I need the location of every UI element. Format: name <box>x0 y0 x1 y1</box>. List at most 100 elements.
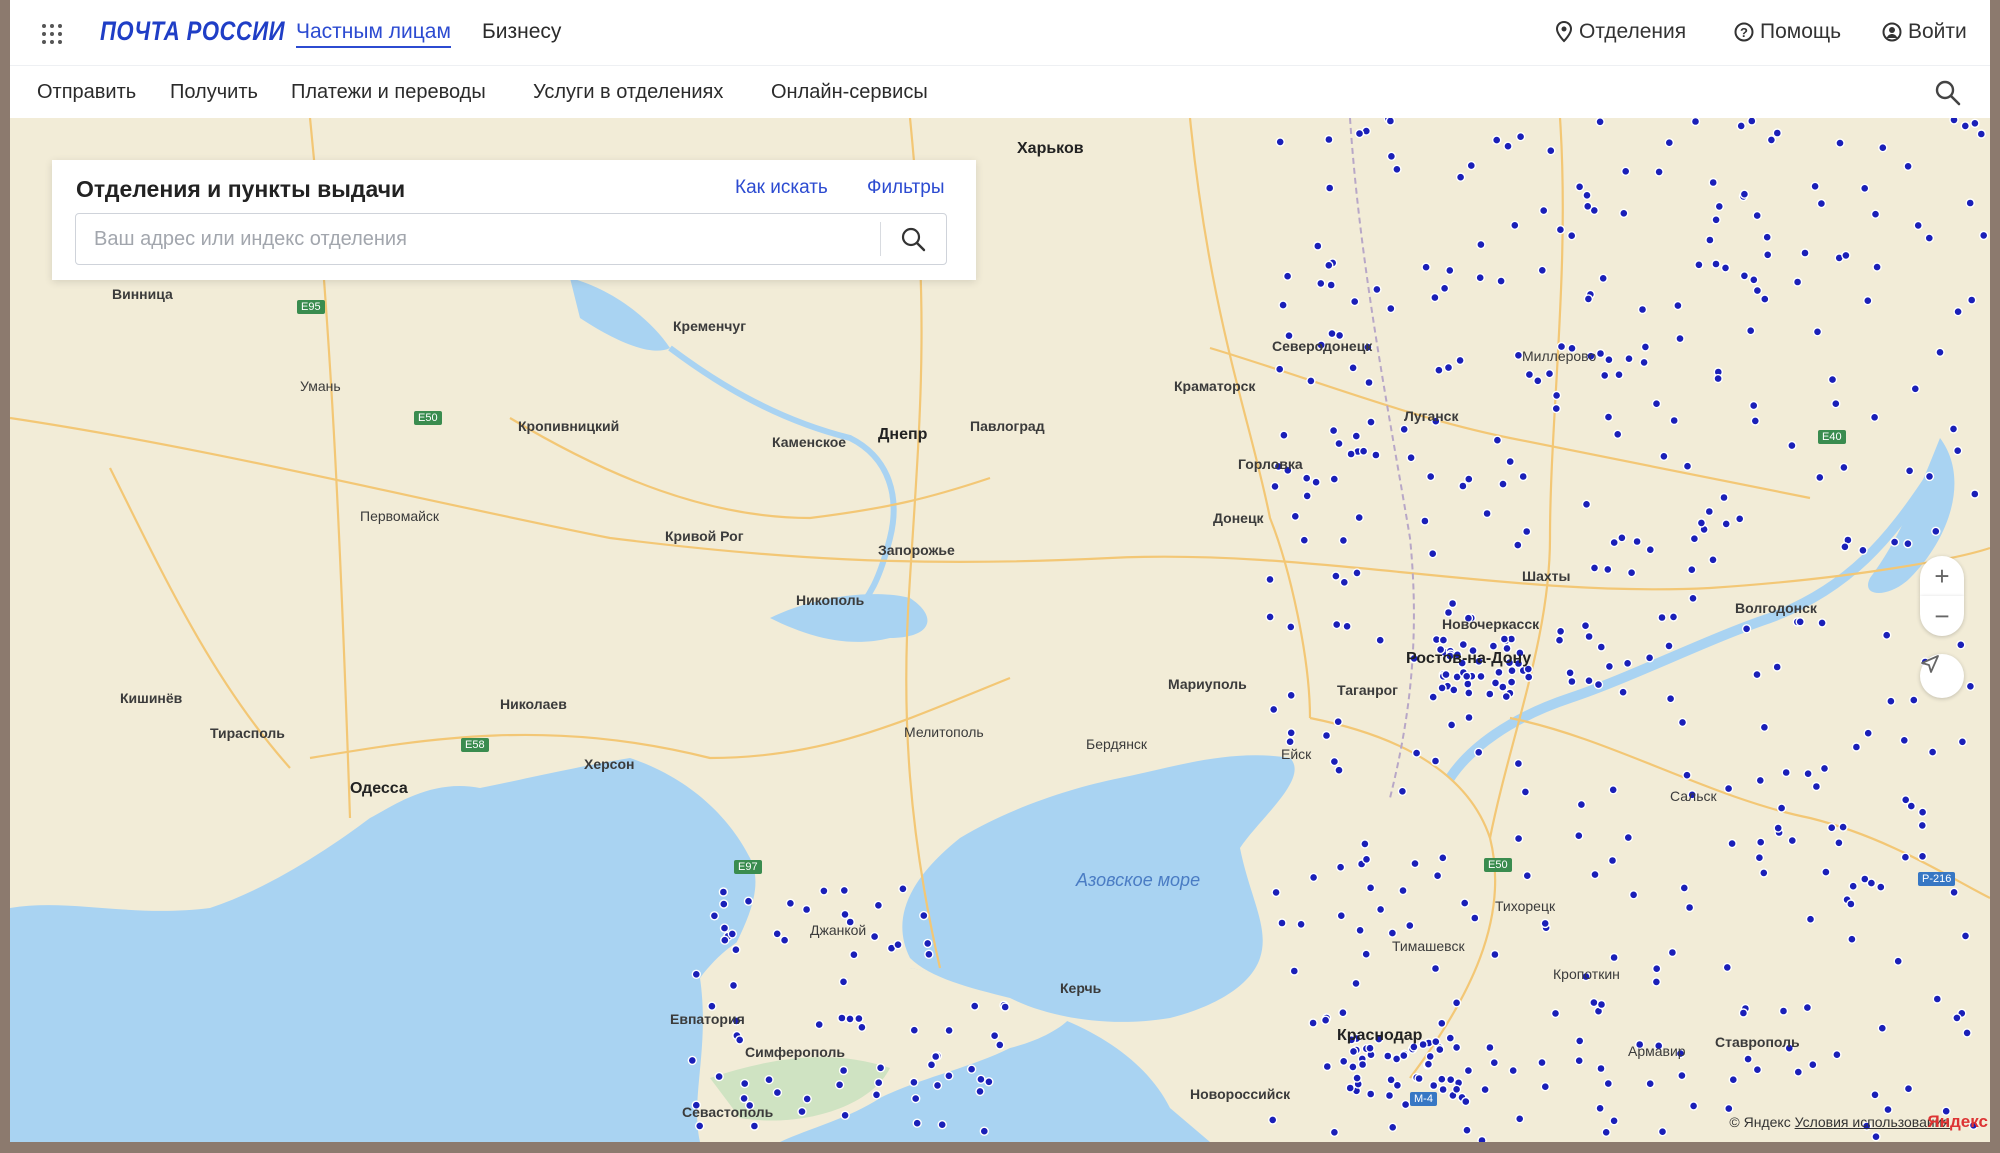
post-office-marker[interactable] <box>1427 549 1438 559</box>
post-office-marker[interactable] <box>1508 1065 1518 1076</box>
post-office-marker[interactable] <box>1296 919 1306 929</box>
subnav-payments[interactable]: Платежи и переводы <box>291 81 486 104</box>
post-office-marker[interactable] <box>1684 902 1695 913</box>
post-office-marker[interactable] <box>1411 748 1422 758</box>
post-office-marker[interactable] <box>1430 756 1441 766</box>
post-office-marker[interactable] <box>1679 883 1690 893</box>
post-office-marker[interactable] <box>1966 295 1977 305</box>
post-office-marker[interactable] <box>1476 239 1486 250</box>
post-office-marker[interactable] <box>1462 1125 1472 1135</box>
post-office-marker[interactable] <box>1743 1054 1753 1064</box>
post-office-marker[interactable] <box>1689 534 1700 544</box>
post-office-marker[interactable] <box>1952 1013 1962 1023</box>
address-search-input[interactable] <box>92 214 876 264</box>
post-office-marker[interactable] <box>1438 635 1449 645</box>
post-office-marker[interactable] <box>1279 430 1289 440</box>
post-office-marker[interactable] <box>1704 506 1715 517</box>
post-office-marker[interactable] <box>1708 555 1718 565</box>
post-office-marker[interactable] <box>1858 545 1868 555</box>
post-office-marker[interactable] <box>1931 526 1941 536</box>
post-office-marker[interactable] <box>869 931 880 942</box>
post-office-marker[interactable] <box>1349 296 1360 307</box>
post-office-marker[interactable] <box>1956 640 1966 650</box>
post-office-marker[interactable] <box>731 945 741 955</box>
post-office-marker[interactable] <box>1876 882 1886 892</box>
post-office-marker[interactable] <box>727 929 737 939</box>
post-office-marker[interactable] <box>1520 787 1531 797</box>
post-office-marker[interactable] <box>1513 758 1524 769</box>
post-office-marker[interactable] <box>1755 837 1766 847</box>
post-office-marker[interactable] <box>1614 370 1624 380</box>
post-office-marker[interactable] <box>1736 121 1746 131</box>
post-office-marker[interactable] <box>707 1001 717 1011</box>
post-office-marker[interactable] <box>1506 677 1517 687</box>
post-office-marker[interactable] <box>1464 474 1474 484</box>
search-icon[interactable] <box>894 223 934 255</box>
post-office-marker[interactable] <box>1792 277 1803 287</box>
post-office-marker[interactable] <box>1480 1084 1490 1095</box>
post-office-marker[interactable] <box>966 1064 977 1074</box>
post-office-marker[interactable] <box>1601 1127 1611 1137</box>
post-office-marker[interactable] <box>1544 368 1555 379</box>
post-office-marker[interactable] <box>1749 275 1759 285</box>
post-office-marker[interactable] <box>979 1126 989 1136</box>
post-office-marker[interactable] <box>845 1014 855 1024</box>
post-office-marker[interactable] <box>1847 934 1857 944</box>
post-office-marker[interactable] <box>932 1080 943 1091</box>
post-office-marker[interactable] <box>1752 285 1763 296</box>
post-office-marker[interactable] <box>1816 198 1827 209</box>
post-office-marker[interactable] <box>1316 278 1326 289</box>
post-office-marker[interactable] <box>1859 183 1870 194</box>
post-office-marker[interactable] <box>912 1118 922 1128</box>
post-office-marker[interactable] <box>909 1077 919 1087</box>
post-office-marker[interactable] <box>1360 839 1370 849</box>
post-office-marker[interactable] <box>1580 621 1591 631</box>
post-office-marker[interactable] <box>1441 669 1451 680</box>
post-office-marker[interactable] <box>1387 928 1398 938</box>
post-office-marker[interactable] <box>1787 835 1798 846</box>
post-office-marker[interactable] <box>1805 914 1816 924</box>
post-office-marker[interactable] <box>1430 963 1441 974</box>
post-office-marker[interactable] <box>802 1094 812 1104</box>
post-office-marker[interactable] <box>1935 347 1945 358</box>
post-office-marker[interactable] <box>898 884 908 894</box>
post-office-marker[interactable] <box>1311 477 1321 487</box>
post-office-marker[interactable] <box>719 923 730 933</box>
post-office-marker[interactable] <box>1609 537 1619 548</box>
post-office-marker[interactable] <box>1348 1062 1358 1072</box>
post-office-marker[interactable] <box>1711 259 1721 269</box>
post-office-marker[interactable] <box>687 1055 697 1066</box>
post-office-marker[interactable] <box>1924 233 1935 243</box>
post-office-marker[interactable] <box>919 910 929 921</box>
post-office-marker[interactable] <box>1430 292 1440 303</box>
post-office-marker[interactable] <box>1773 823 1783 833</box>
post-office-marker[interactable] <box>1475 272 1485 283</box>
post-office-marker[interactable] <box>1917 807 1928 817</box>
post-office-marker[interactable] <box>1414 1073 1424 1084</box>
post-office-marker[interactable] <box>1604 661 1615 672</box>
post-office-marker[interactable] <box>1277 918 1287 928</box>
post-office-marker[interactable] <box>1909 695 1919 705</box>
post-office-marker[interactable] <box>976 1074 986 1084</box>
post-office-marker[interactable] <box>995 1040 1005 1050</box>
post-office-marker[interactable] <box>871 1090 882 1100</box>
post-office-marker[interactable] <box>1752 1065 1763 1075</box>
post-office-marker[interactable] <box>1574 182 1585 192</box>
post-office-marker[interactable] <box>1831 399 1841 409</box>
post-office-marker[interactable] <box>1270 481 1280 492</box>
post-office-marker[interactable] <box>1612 429 1623 439</box>
post-office-marker[interactable] <box>1738 1008 1749 1018</box>
post-office-marker[interactable] <box>1432 871 1443 881</box>
post-office-marker[interactable] <box>1338 1056 1349 1066</box>
post-office-marker[interactable] <box>1383 1051 1393 1061</box>
post-office-marker[interactable] <box>1609 1116 1619 1126</box>
post-office-marker[interactable] <box>1537 265 1548 276</box>
post-office-marker[interactable] <box>1690 118 1701 127</box>
zoom-in-button[interactable]: + <box>1920 556 1964 596</box>
post-office-marker[interactable] <box>1623 832 1634 843</box>
post-office-marker[interactable] <box>1711 215 1721 225</box>
post-office-marker[interactable] <box>1759 722 1770 732</box>
post-office-marker[interactable] <box>1499 634 1510 644</box>
post-office-marker[interactable] <box>740 1078 750 1089</box>
post-office-marker[interactable] <box>1657 1127 1668 1137</box>
